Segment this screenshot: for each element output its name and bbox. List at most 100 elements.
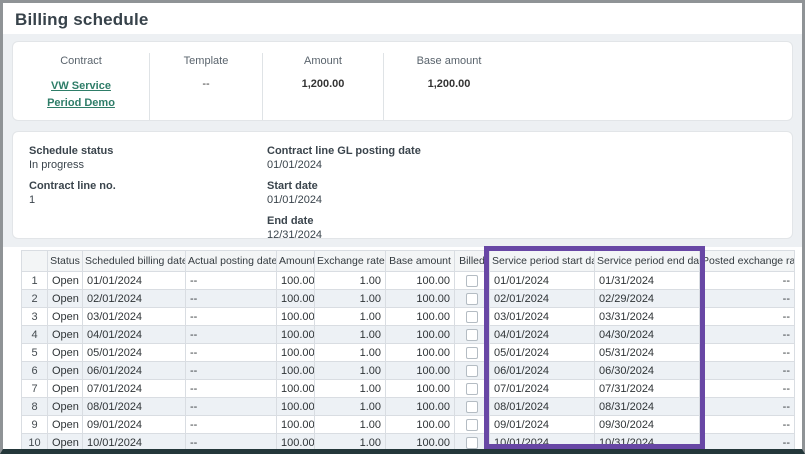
billed-checkbox[interactable] (466, 419, 478, 431)
table-row: 6 Open 06/01/2024 -- 100.00 1.00 100.00 … (22, 362, 795, 380)
service-period-start-date-cell: 02/01/2024 (490, 290, 595, 308)
base-amount-cell: 100.00 (386, 326, 455, 344)
scheduled-billing-date-cell: 08/01/2024 (83, 398, 186, 416)
amount-cell: 100.00 (277, 308, 315, 326)
posted-exchange-rate-cell: -- (700, 362, 795, 380)
scheduled-billing-date-cell: 09/01/2024 (83, 416, 186, 434)
billed-checkbox[interactable] (466, 275, 478, 287)
billed-checkbox[interactable] (466, 311, 478, 323)
service-period-end-date-cell: 06/30/2024 (595, 362, 700, 380)
scheduled-billing-date-cell: 05/01/2024 (83, 344, 186, 362)
status-cell: Open (48, 398, 83, 416)
billed-cell (455, 272, 490, 290)
row-number-cell: 6 (22, 362, 48, 380)
base-amount-cell: 100.00 (386, 272, 455, 290)
template-value: -- (150, 78, 262, 90)
table-row: 5 Open 05/01/2024 -- 100.00 1.00 100.00 … (22, 344, 795, 362)
table-row: 7 Open 07/01/2024 -- 100.00 1.00 100.00 … (22, 380, 795, 398)
billing-schedule-window: Billing schedule Contract VW Service Per… (0, 0, 805, 454)
base-amount-cell: 100.00 (386, 362, 455, 380)
billed-cell (455, 344, 490, 362)
contract-line-no-field: Contract line no. 1 (29, 179, 267, 207)
base-amount-label: Base amount (384, 55, 514, 67)
row-number-cell: 8 (22, 398, 48, 416)
status-cell: Open (48, 290, 83, 308)
scheduled-billing-date-cell: 01/01/2024 (83, 272, 186, 290)
service-period-start-date-cell: 07/01/2024 (490, 380, 595, 398)
contract-line-no-value: 1 (29, 193, 267, 207)
posted-exchange-rate-cell: -- (700, 272, 795, 290)
billed-checkbox[interactable] (466, 293, 478, 305)
title-bar: Billing schedule (3, 3, 802, 34)
service-period-end-date-cell: 07/31/2024 (595, 380, 700, 398)
actual-posting-date-cell: -- (186, 272, 277, 290)
table-row: 9 Open 09/01/2024 -- 100.00 1.00 100.00 … (22, 416, 795, 434)
scheduled-billing-date-cell: 07/01/2024 (83, 380, 186, 398)
posted-exchange-rate-cell: -- (700, 326, 795, 344)
billed-checkbox[interactable] (466, 401, 478, 413)
amount-cell: 100.00 (277, 326, 315, 344)
contract-line-no-label: Contract line no. (29, 179, 267, 193)
scheduled-billing-date-cell: 03/01/2024 (83, 308, 186, 326)
summary-contract: Contract VW Service Period Demo (13, 53, 150, 120)
billed-checkbox[interactable] (466, 383, 478, 395)
billed-cell (455, 380, 490, 398)
scheduled-billing-date-cell: 02/01/2024 (83, 290, 186, 308)
service-period-start-date-cell: 04/01/2024 (490, 326, 595, 344)
service-period-end-date-cell: 02/29/2024 (595, 290, 700, 308)
contract-label: Contract (13, 55, 149, 67)
status-cell: Open (48, 308, 83, 326)
status-cell: Open (48, 272, 83, 290)
amount-cell: 100.00 (277, 362, 315, 380)
status-cell: Open (48, 380, 83, 398)
posted-exchange-rate-cell: -- (700, 344, 795, 362)
status-cell: Open (48, 344, 83, 362)
page-title: Billing schedule (15, 10, 790, 30)
column-header-base-amount: Base amount (386, 251, 455, 272)
column-header-service-period-end-date: Service period end date (595, 251, 700, 272)
details-left-column: Schedule status In progress Contract lin… (29, 144, 267, 238)
details-right-column: Contract line GL posting date 01/01/2024… (267, 144, 776, 238)
amount-value: 1,200.00 (263, 78, 383, 90)
scheduled-billing-date-cell: 06/01/2024 (83, 362, 186, 380)
posted-exchange-rate-cell: -- (700, 398, 795, 416)
service-period-end-date-cell: 09/30/2024 (595, 416, 700, 434)
column-header-posted-exchange-rate: Posted exchange rate (700, 251, 795, 272)
row-number-cell: 10 (22, 434, 48, 452)
schedule-status-field: Schedule status In progress (29, 144, 267, 172)
actual-posting-date-cell: -- (186, 362, 277, 380)
gl-posting-date-field: Contract line GL posting date 01/01/2024 (267, 144, 776, 172)
billed-checkbox[interactable] (466, 347, 478, 359)
billed-cell (455, 434, 490, 452)
actual-posting-date-cell: -- (186, 326, 277, 344)
service-period-start-date-cell: 05/01/2024 (490, 344, 595, 362)
start-date-field: Start date 01/01/2024 (267, 179, 776, 207)
status-cell: Open (48, 434, 83, 452)
summary-amount: Amount 1,200.00 (263, 53, 384, 120)
amount-cell: 100.00 (277, 380, 315, 398)
billed-checkbox[interactable] (466, 329, 478, 341)
summary-base-amount: Base amount 1,200.00 (384, 53, 514, 120)
service-period-end-date-cell: 08/31/2024 (595, 398, 700, 416)
posted-exchange-rate-cell: -- (700, 416, 795, 434)
table-row: 1 Open 01/01/2024 -- 100.00 1.00 100.00 … (22, 272, 795, 290)
row-number-cell: 4 (22, 326, 48, 344)
service-period-end-date-cell: 10/31/2024 (595, 434, 700, 452)
status-cell: Open (48, 416, 83, 434)
column-header-actual-posting-date: Actual posting date (186, 251, 277, 272)
scheduled-billing-date-cell: 10/01/2024 (83, 434, 186, 452)
page-content: Contract VW Service Period Demo Template… (3, 34, 802, 454)
contract-link[interactable]: VW Service Period Demo (35, 78, 127, 112)
column-header-rownum (22, 251, 48, 272)
base-amount-cell: 100.00 (386, 416, 455, 434)
column-header-amount: Amount (277, 251, 315, 272)
gl-posting-date-value: 01/01/2024 (267, 158, 776, 172)
billed-checkbox[interactable] (466, 365, 478, 377)
posted-exchange-rate-cell: -- (700, 290, 795, 308)
service-period-end-date-cell: 04/30/2024 (595, 326, 700, 344)
posted-exchange-rate-cell: -- (700, 308, 795, 326)
table-row: 3 Open 03/01/2024 -- 100.00 1.00 100.00 … (22, 308, 795, 326)
billed-cell (455, 398, 490, 416)
table-header-row: Status Scheduled billing date Actual pos… (22, 251, 795, 272)
billed-checkbox[interactable] (466, 437, 478, 449)
